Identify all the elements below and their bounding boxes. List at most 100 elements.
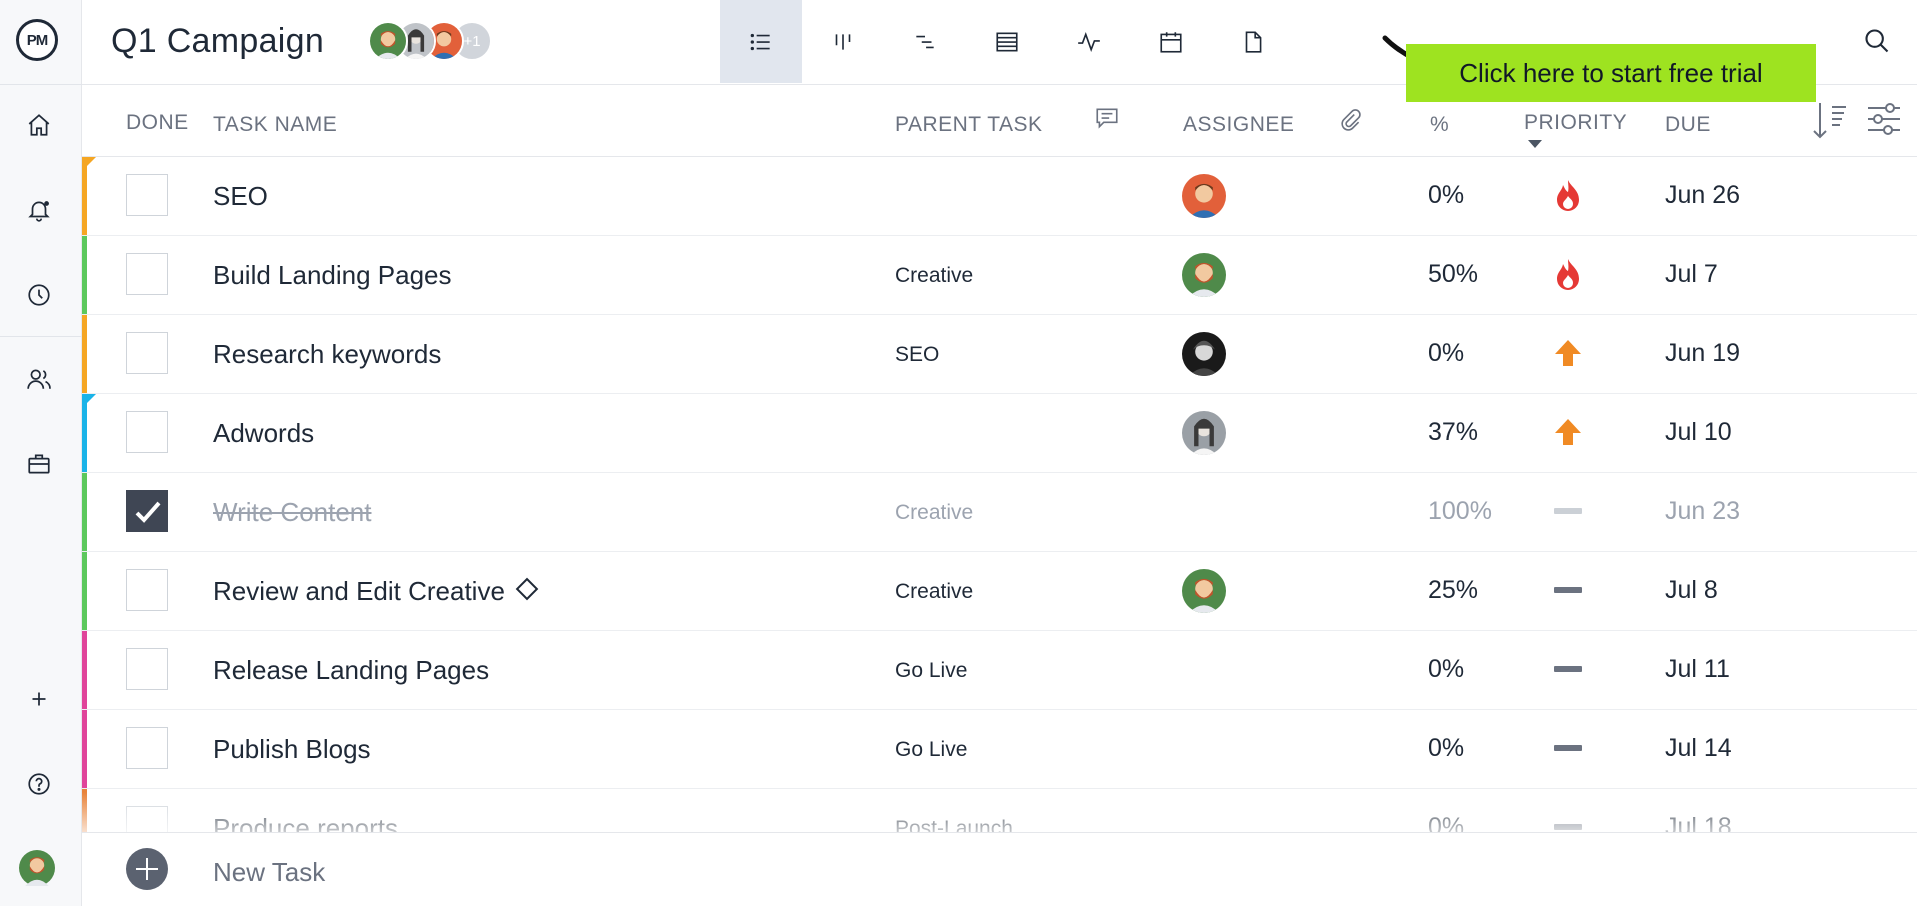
percent-complete[interactable]: 0%	[1428, 813, 1464, 832]
done-checkbox[interactable]	[126, 253, 168, 295]
due-date[interactable]: Jul 10	[1665, 418, 1732, 447]
due-date[interactable]: Jul 7	[1665, 260, 1718, 289]
table-row[interactable]: Adwords 37% Jul 10	[82, 394, 1917, 473]
table-row[interactable]: Release Landing Pages Go Live 0% Jul 11	[82, 631, 1917, 710]
priority-medium-icon[interactable]	[1550, 493, 1586, 529]
home-icon[interactable]	[24, 110, 54, 140]
calendar-view-icon[interactable]	[1130, 0, 1212, 83]
due-date[interactable]: Jun 23	[1665, 497, 1740, 526]
table-row[interactable]: Write Content Creative 100% Jun 23	[82, 473, 1917, 552]
table-row[interactable]: Produce reports Post-Launch 0% Jul 18	[82, 789, 1917, 832]
parent-task[interactable]: Creative	[895, 501, 973, 525]
files-view-icon[interactable]	[1212, 0, 1294, 83]
parent-task[interactable]: Post-Launch	[895, 817, 1013, 832]
table-row[interactable]: Publish Blogs Go Live 0% Jul 14	[82, 710, 1917, 789]
priority-high-icon[interactable]	[1550, 414, 1586, 450]
parent-task[interactable]: Creative	[895, 264, 973, 288]
due-date[interactable]: Jul 8	[1665, 576, 1718, 605]
table-row[interactable]: Build Landing Pages Creative 50% Jul 7	[82, 236, 1917, 315]
task-name[interactable]: Build Landing Pages	[213, 260, 452, 291]
due-date[interactable]: Jul 11	[1665, 655, 1730, 684]
dashboard-view-icon[interactable]	[1048, 0, 1130, 83]
priority-critical-icon[interactable]	[1550, 177, 1586, 213]
done-checkbox[interactable]	[126, 411, 168, 453]
column-header-assignee[interactable]: ASSIGNEE	[1183, 113, 1294, 137]
percent-complete[interactable]: 100%	[1428, 497, 1492, 526]
avatar[interactable]	[1182, 253, 1226, 297]
attachment-icon[interactable]	[1338, 107, 1364, 133]
filter-settings-icon[interactable]	[1864, 99, 1904, 139]
priority-critical-icon[interactable]	[1550, 256, 1586, 292]
briefcase-icon[interactable]	[24, 449, 54, 479]
column-header-priority[interactable]: PRIORITY	[1524, 111, 1627, 135]
notifications-icon[interactable]	[24, 195, 54, 225]
add-task-button[interactable]	[126, 848, 168, 890]
task-name[interactable]: Write Content	[213, 497, 371, 528]
table-row[interactable]: Review and Edit Creative Creative 25% Jul 8	[82, 552, 1917, 631]
task-name[interactable]: Research keywords	[213, 339, 441, 370]
done-checkbox[interactable]	[126, 174, 168, 216]
task-name[interactable]: Publish Blogs	[213, 734, 371, 765]
clock-icon[interactable]	[24, 280, 54, 310]
column-header-due[interactable]: DUE	[1665, 113, 1711, 137]
percent-complete[interactable]: 0%	[1428, 655, 1464, 684]
parent-task[interactable]: Creative	[895, 580, 973, 604]
percent-complete[interactable]: 50%	[1428, 260, 1478, 289]
plus-icon[interactable]	[24, 684, 54, 714]
table-row[interactable]: Research keywords SEO 0% Jun 19	[82, 315, 1917, 394]
start-free-trial-button[interactable]: Click here to start free trial	[1406, 44, 1816, 102]
comments-icon[interactable]	[1094, 105, 1120, 131]
parent-task[interactable]: Go Live	[895, 738, 967, 762]
table-row[interactable]: SEO 0% Jun 26	[82, 157, 1917, 236]
priority-medium-icon[interactable]	[1550, 572, 1586, 608]
percent-complete[interactable]: 0%	[1428, 339, 1464, 368]
task-name[interactable]: SEO	[213, 181, 268, 212]
task-name-text: SEO	[213, 181, 268, 211]
priority-high-icon[interactable]	[1550, 335, 1586, 371]
due-date[interactable]: Jul 14	[1665, 734, 1732, 763]
task-name[interactable]: Produce reports	[213, 813, 398, 832]
list-view-icon[interactable]	[720, 0, 802, 83]
done-checkbox[interactable]	[126, 569, 168, 611]
percent-complete[interactable]: 25%	[1428, 576, 1478, 605]
parent-task[interactable]: SEO	[895, 343, 939, 367]
task-name-text: Publish Blogs	[213, 734, 371, 764]
pm-logo[interactable]: PM	[16, 19, 58, 61]
user-avatar[interactable]	[19, 850, 55, 891]
avatar[interactable]	[1182, 569, 1226, 613]
sort-icon[interactable]	[1810, 99, 1850, 143]
avatar[interactable]	[1182, 411, 1226, 455]
avatar[interactable]	[1182, 332, 1226, 376]
gantt-view-icon[interactable]	[884, 0, 966, 83]
task-name[interactable]: Adwords	[213, 418, 314, 449]
priority-medium-icon[interactable]	[1550, 809, 1586, 832]
avatar[interactable]	[368, 21, 408, 61]
task-name[interactable]: Release Landing Pages	[213, 655, 489, 686]
priority-medium-icon[interactable]	[1550, 651, 1586, 687]
due-date[interactable]: Jun 19	[1665, 339, 1740, 368]
column-header-task-name[interactable]: TASK NAME	[213, 113, 337, 137]
priority-medium-icon[interactable]	[1550, 730, 1586, 766]
people-icon[interactable]	[24, 364, 54, 394]
task-name[interactable]: Review and Edit Creative	[213, 576, 539, 607]
search-icon[interactable]	[1863, 27, 1893, 57]
column-header-percent[interactable]: %	[1430, 113, 1449, 137]
due-date[interactable]: Jul 18	[1665, 813, 1732, 832]
done-checkbox[interactable]	[126, 648, 168, 690]
done-checkbox[interactable]	[126, 332, 168, 374]
percent-complete[interactable]: 0%	[1428, 181, 1464, 210]
sheet-view-icon[interactable]	[966, 0, 1048, 83]
due-date[interactable]: Jun 26	[1665, 181, 1740, 210]
parent-task[interactable]: Go Live	[895, 659, 967, 683]
done-checkbox[interactable]	[126, 806, 168, 832]
done-checkbox[interactable]	[126, 490, 168, 532]
percent-complete[interactable]: 0%	[1428, 734, 1464, 763]
help-icon[interactable]	[24, 769, 54, 799]
column-header-parent-task[interactable]: PARENT TASK	[895, 113, 1043, 137]
new-task-input[interactable]: New Task	[213, 857, 325, 888]
percent-complete[interactable]: 37%	[1428, 418, 1478, 447]
done-checkbox[interactable]	[126, 727, 168, 769]
column-header-done[interactable]: DONE	[126, 111, 189, 135]
board-view-icon[interactable]	[802, 0, 884, 83]
avatar[interactable]	[1182, 174, 1226, 218]
